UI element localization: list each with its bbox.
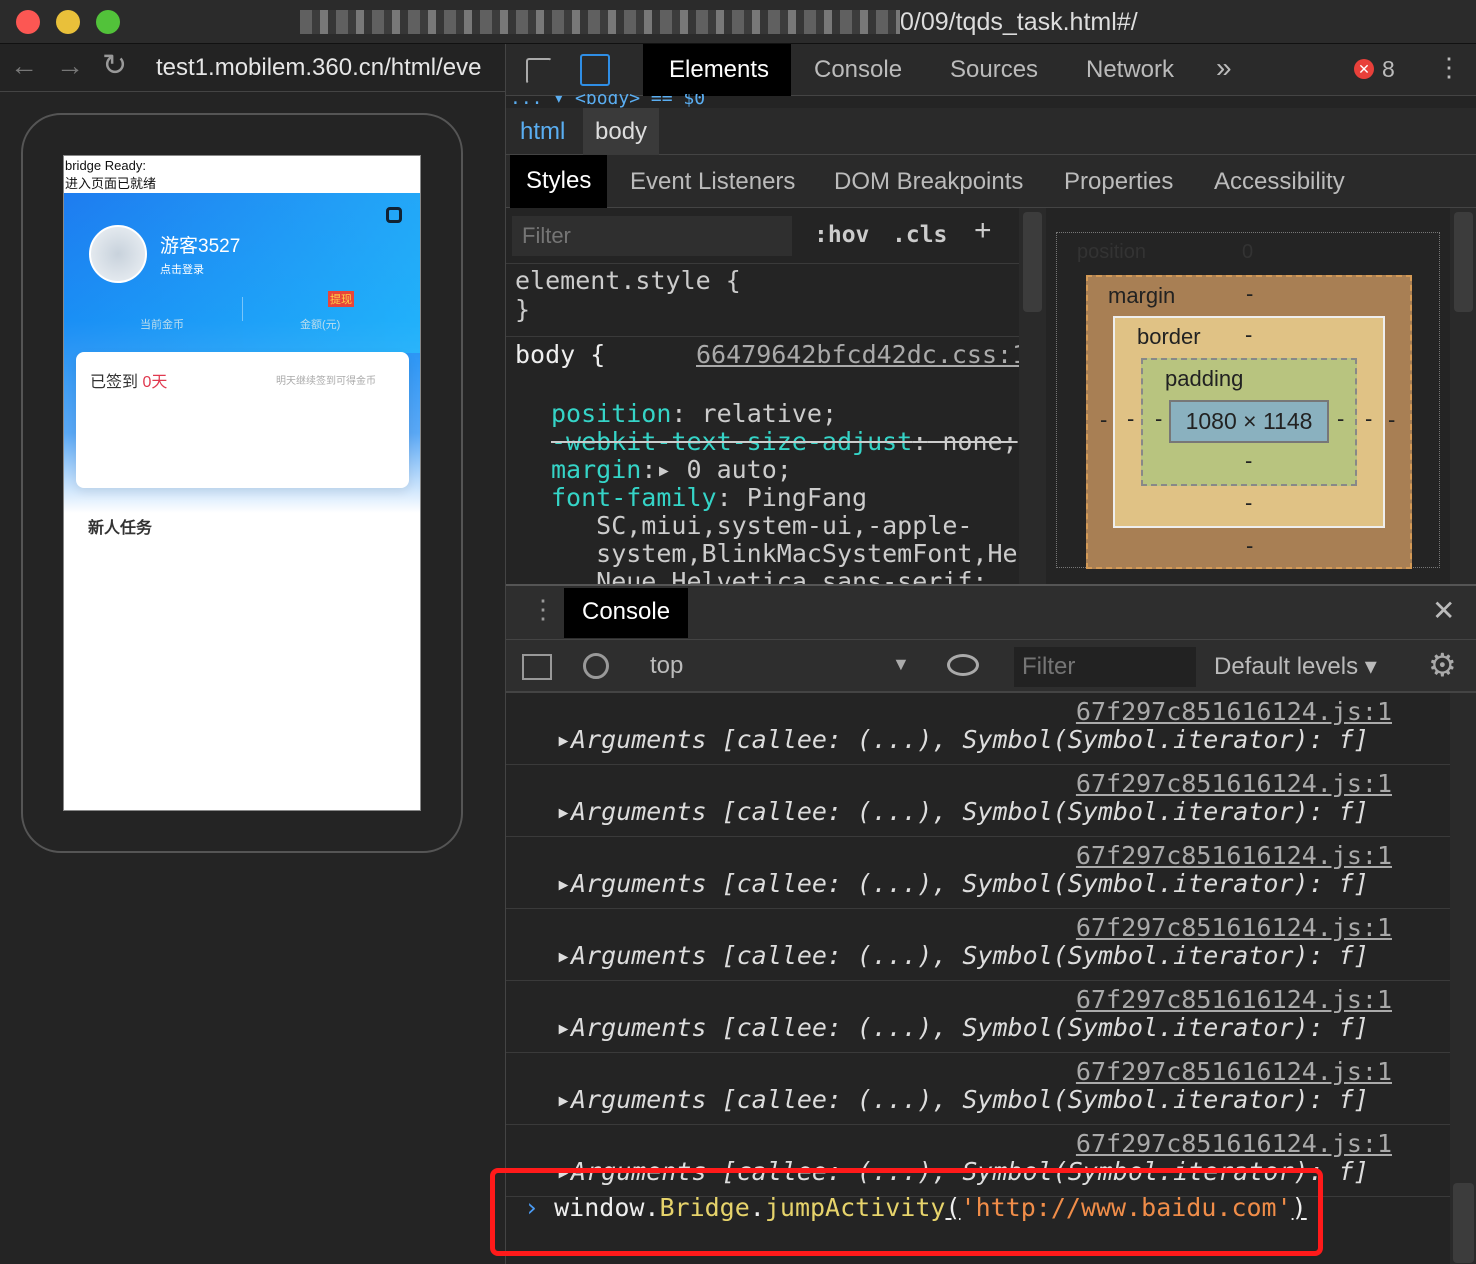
console-message: 67f297c851616124.js:1 ▸Arguments [callee:… (506, 909, 1450, 981)
maximize-window-button[interactable] (96, 10, 120, 34)
console-message: 67f297c851616124.js:1 ▸Arguments [callee:… (506, 981, 1450, 1053)
withdraw-badge[interactable]: 提现 (328, 291, 354, 307)
sidebar-toggle-icon[interactable] (522, 654, 552, 680)
signin-label: 已签到 (90, 374, 143, 391)
breadcrumb-body[interactable]: body (583, 108, 660, 155)
login-link[interactable]: 点击登录 (160, 261, 204, 277)
subtab-styles[interactable]: Styles (510, 155, 608, 208)
window-titlebar: 0/09/tqds_task.html#/ (0, 0, 1476, 44)
signin-hint: 明天继续签到可得金币 (276, 376, 376, 387)
amount-label: 金额(元) (300, 319, 341, 331)
more-tabs-button[interactable]: » (1216, 52, 1232, 84)
new-tasks-heading: 新人任务 (88, 520, 153, 537)
subtab-properties[interactable]: Properties (1064, 168, 1173, 196)
chevron-down-icon[interactable]: ▼ (892, 654, 910, 675)
clear-console-icon[interactable] (583, 653, 609, 679)
tab-sources[interactable]: Sources (950, 56, 1038, 84)
dom-breadcrumb-strip: ... ▾ <body> == $0 (510, 94, 706, 108)
hov-toggle[interactable]: :hov (814, 222, 869, 248)
box-model-content: 1080 × 1148 (1169, 400, 1329, 443)
subtab-dom-breakpoints[interactable]: DOM Breakpoints (834, 168, 1023, 196)
device-toolbar-icon[interactable] (580, 54, 610, 86)
console-scrollbar[interactable] (1450, 693, 1476, 1264)
error-count[interactable]: 8 (1382, 56, 1395, 83)
devtools-panel: Elements Console Sources Network » ✕ 8 ⋮… (505, 44, 1476, 1264)
element-style-rule: element.style { } (515, 266, 741, 324)
settings-gear-icon[interactable]: ⚙ (1428, 646, 1457, 684)
breadcrumb-html[interactable]: html (520, 118, 565, 146)
signin-days: 0天 (142, 374, 168, 391)
close-window-button[interactable] (16, 10, 40, 34)
username: 游客3527 (160, 236, 241, 257)
drawer-menu-icon[interactable]: ⋮ (530, 594, 556, 625)
console-filter-input[interactable] (1014, 647, 1196, 687)
tab-elements[interactable]: Elements (643, 44, 791, 96)
declaration: position: relative; (551, 399, 837, 428)
subtab-event-listeners[interactable]: Event Listeners (630, 168, 795, 196)
console-message: 67f297c851616124.js:1 ▸Arguments [callee:… (506, 765, 1450, 837)
log-line: 进入页面已就绪 (65, 176, 157, 191)
forward-icon[interactable]: → (56, 50, 84, 82)
log-line: bridge Ready: (65, 158, 146, 173)
tab-network[interactable]: Network (1086, 56, 1174, 84)
avatar[interactable] (89, 225, 147, 283)
subtab-accessibility[interactable]: Accessibility (1214, 168, 1345, 196)
coins-label: 当前金币 (140, 319, 184, 331)
tab-console[interactable]: Console (814, 56, 902, 84)
highlight-box (490, 1168, 1323, 1256)
url-field[interactable]: test1.mobilem.360.cn/html/eve (156, 54, 482, 82)
context-select[interactable]: top (650, 652, 683, 680)
device-screen: bridge Ready: 进入页面已就绪 游客3527 点击登录 提现 当前金… (63, 155, 421, 811)
browser-toolbar: ← → ↻ test1.mobilem.360.cn/html/eve (0, 44, 505, 92)
minimize-window-button[interactable] (56, 10, 80, 34)
inspect-element-icon[interactable] (526, 58, 552, 84)
declaration-overridden: -webkit-text-size-adjust: none; (551, 427, 1018, 456)
styles-scrollbar[interactable] (1019, 208, 1046, 584)
divider (242, 297, 243, 321)
declaration: font-family: PingFang SC,miui,system-ui,… (551, 483, 1019, 596)
drawer-tab-console[interactable]: Console (564, 588, 689, 638)
declaration: margin:▸ 0 auto; (551, 455, 792, 484)
eye-icon[interactable] (947, 654, 979, 676)
new-style-rule-button[interactable]: + (974, 214, 992, 248)
cls-toggle[interactable]: .cls (892, 222, 947, 248)
box-model-scrollbar[interactable] (1450, 208, 1476, 584)
error-icon[interactable]: ✕ (1354, 59, 1374, 79)
reload-icon[interactable]: ↻ (102, 48, 127, 83)
menu-kebab-icon[interactable]: ⋮ (1436, 52, 1462, 83)
styles-filter-input[interactable] (512, 216, 792, 256)
console-message: 67f297c851616124.js:1 ▸Arguments [callee:… (506, 1053, 1450, 1125)
body-rule-declarations: position: relative; -webkit-text-size-adj… (551, 372, 1019, 596)
close-drawer-icon[interactable]: ✕ (1432, 594, 1455, 627)
console-message: 67f297c851616124.js:1 ▸Arguments [callee:… (506, 837, 1450, 909)
signin-card: 已签到 0天 明天继续签到可得金币 (76, 352, 409, 488)
settings-icon[interactable] (386, 207, 402, 223)
stylesheet-link[interactable]: 66479642bfcd42dc.css:1 (696, 340, 1027, 369)
back-icon[interactable]: ← (10, 50, 38, 82)
body-rule-selector: body { (515, 340, 606, 369)
window-title: 0/09/tqds_task.html#/ (900, 8, 1138, 36)
redacted-title (300, 10, 900, 34)
log-levels-select[interactable]: Default levels ▾ (1214, 652, 1377, 681)
console-message: 67f297c851616124.js:1 ▸Arguments [callee:… (506, 693, 1450, 765)
